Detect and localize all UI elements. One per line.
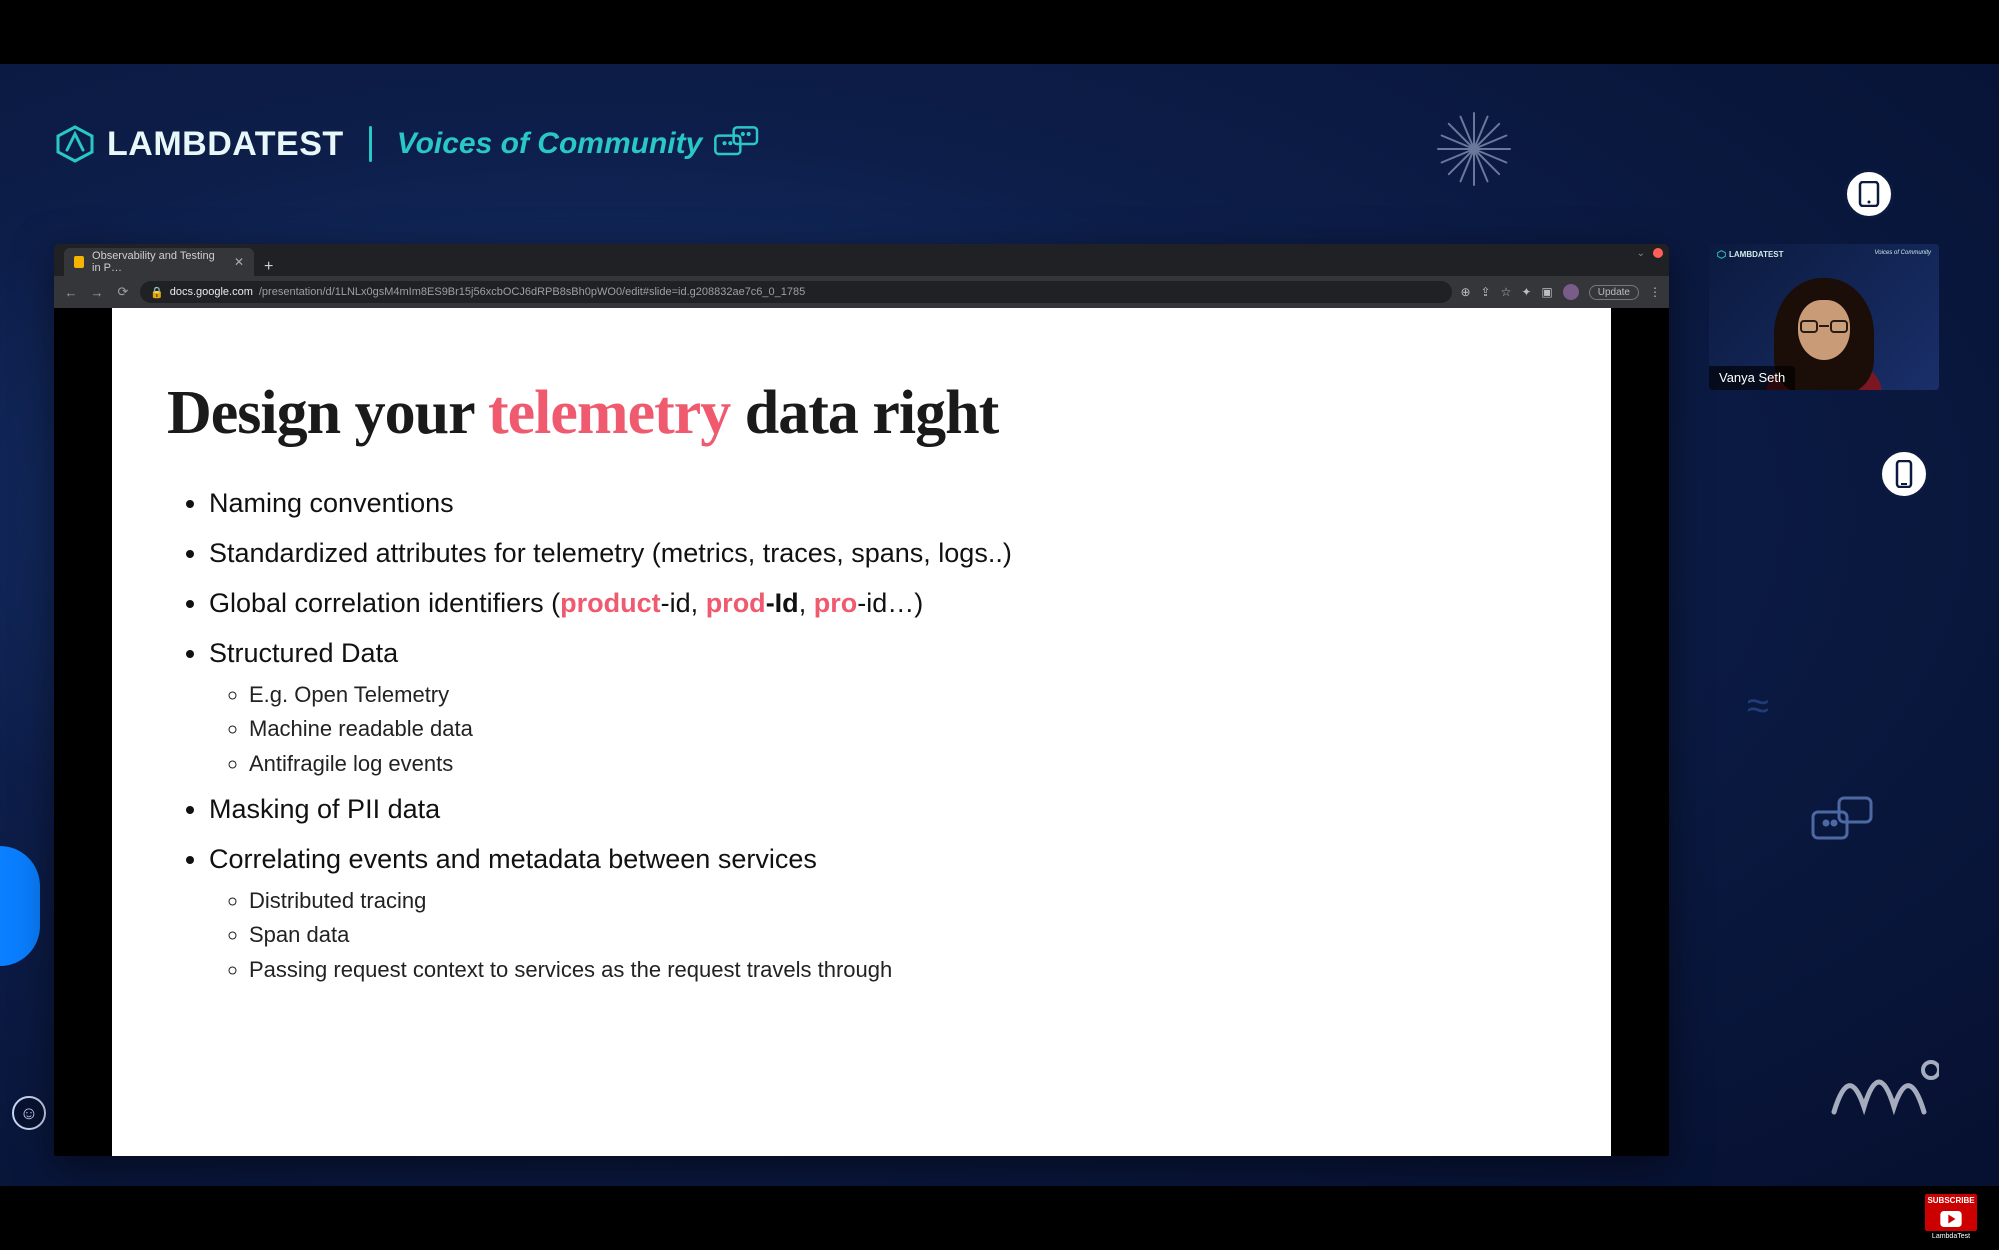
title-accent: telemetry xyxy=(488,379,730,447)
slide-content: Design your telemetry data right Naming … xyxy=(112,308,1611,1156)
browser-toolbar: ← → ⟳ 🔒 docs.google.com/presentation/d/1… xyxy=(54,276,1669,308)
tab-title: Observability and Testing in P… xyxy=(92,250,222,274)
chat-bubbles-icon xyxy=(712,124,762,164)
back-button[interactable]: ← xyxy=(62,285,80,300)
browser-window: Observability and Testing in P… ✕ + ⌄ ← … xyxy=(54,244,1669,1156)
series-title-text: Voices of Community xyxy=(397,127,703,161)
brand-name: LAMBDATEST xyxy=(107,125,344,164)
lock-icon: 🔒 xyxy=(150,286,164,299)
address-bar[interactable]: 🔒 docs.google.com/presentation/d/1LNLx0g… xyxy=(140,281,1452,303)
bullet-text: , xyxy=(799,588,814,618)
sub-bullet-list: Distributed tracing Span data Passing re… xyxy=(209,884,1556,986)
chat-doodle xyxy=(1809,794,1879,854)
bullet-text: Correlating events and metadata between … xyxy=(209,844,817,874)
sub-bullet-item: Passing request context to services as t… xyxy=(249,953,1556,987)
tab-close-icon[interactable]: ✕ xyxy=(234,255,244,269)
slides-viewport: Design your telemetry data right Naming … xyxy=(54,308,1669,1156)
reload-button[interactable]: ⟳ xyxy=(114,284,132,300)
zoom-icon[interactable]: ⊕ xyxy=(1460,285,1470,299)
webcam-brand-text: LAMBDATEST xyxy=(1729,250,1784,259)
bullet-item: Standardized attributes for telemetry (m… xyxy=(209,533,1556,575)
title-post: data right xyxy=(730,379,998,447)
url-path: /presentation/d/1LNLx0gsM4mIm8ES9Br15j56… xyxy=(259,286,805,298)
brand-separator xyxy=(369,126,372,162)
bullet-list: Naming conventions Standardized attribut… xyxy=(167,483,1556,987)
sub-bullet-list: E.g. Open Telemetry Machine readable dat… xyxy=(209,678,1556,780)
profile-avatar[interactable] xyxy=(1563,284,1579,300)
bullet-item: Correlating events and metadata between … xyxy=(209,839,1556,987)
video-frame: LAMBDATEST Voices of Community xyxy=(0,0,1999,1250)
brand-logo: LAMBDATEST xyxy=(55,124,344,164)
letterbox-top xyxy=(0,0,1999,64)
bullet-text: Structured Data xyxy=(209,638,398,668)
phone-icon-bubble xyxy=(1879,449,1929,499)
smiley-icon: ☺ xyxy=(12,1096,46,1130)
kebab-menu-icon[interactable]: ⋮ xyxy=(1649,285,1661,299)
bullet-text: -Id xyxy=(766,588,799,618)
title-pre: Design your xyxy=(167,379,488,447)
sub-bullet-item: Antifragile log events xyxy=(249,747,1556,781)
subscribe-badge[interactable]: SUBSCRIBE LambdaTest xyxy=(1925,1194,1977,1240)
highlight: prod xyxy=(706,588,766,618)
window-close-icon[interactable] xyxy=(1653,248,1663,258)
speaker-webcam: LAMBDATEST Voices of Community Vanya Set… xyxy=(1709,244,1939,390)
bullet-text: -id, xyxy=(661,588,706,618)
bullet-item: Structured Data E.g. Open Telemetry Mach… xyxy=(209,633,1556,781)
forward-button[interactable]: → xyxy=(88,285,106,300)
bullet-item: Naming conventions xyxy=(209,483,1556,525)
lambdatest-logo-icon xyxy=(55,124,95,164)
subscribe-channel: LambdaTest xyxy=(1925,1233,1977,1240)
series-title: Voices of Community xyxy=(397,124,763,164)
scribble-doodle xyxy=(1829,1052,1939,1146)
sub-bullet-item: E.g. Open Telemetry xyxy=(249,678,1556,712)
tabs-caret-icon[interactable]: ⌄ xyxy=(1637,248,1651,259)
decorative-flag xyxy=(0,846,40,966)
sub-bullet-item: Distributed tracing xyxy=(249,884,1556,918)
speaker-name-tag: Vanya Seth xyxy=(1709,366,1795,390)
url-host: docs.google.com xyxy=(170,286,253,298)
browser-tab[interactable]: Observability and Testing in P… ✕ xyxy=(64,248,254,276)
tab-strip: Observability and Testing in P… ✕ + ⌄ xyxy=(54,244,1669,276)
tablet-icon-bubble xyxy=(1844,169,1894,219)
bullet-text: -id…) xyxy=(857,588,923,618)
brand-bar: LAMBDATEST Voices of Community xyxy=(55,124,762,164)
sub-bullet-item: Span data xyxy=(249,918,1556,952)
youtube-icon xyxy=(1925,1207,1977,1231)
letterbox-bottom xyxy=(0,1186,1999,1250)
bullet-item: Global correlation identifiers (product-… xyxy=(209,583,1556,625)
bullet-text: Global correlation identifiers ( xyxy=(209,588,560,618)
subscribe-label: SUBSCRIBE xyxy=(1925,1194,1977,1207)
share-icon[interactable]: ⇪ xyxy=(1481,285,1491,299)
squiggle-doodle: ≈ xyxy=(1747,684,1769,729)
new-tab-button[interactable]: + xyxy=(254,258,283,276)
firework-doodle xyxy=(1429,104,1519,194)
slides-favicon-icon xyxy=(74,256,84,268)
webcam-brand: LAMBDATEST xyxy=(1717,250,1784,259)
bookmark-icon[interactable]: ☆ xyxy=(1501,285,1512,299)
sub-bullet-item: Machine readable data xyxy=(249,712,1556,746)
window-controls: ⌄ xyxy=(1637,248,1663,259)
extension-box-icon[interactable]: ▣ xyxy=(1541,285,1552,299)
highlight: product xyxy=(560,588,661,618)
bullet-item: Masking of PII data xyxy=(209,789,1556,831)
slide-title: Design your telemetry data right xyxy=(167,378,1556,449)
extensions-icon[interactable]: ✦ xyxy=(1521,285,1531,299)
update-button[interactable]: Update xyxy=(1589,285,1639,300)
highlight: pro xyxy=(814,588,858,618)
toolbar-icons: ⊕ ⇪ ☆ ✦ ▣ Update ⋮ xyxy=(1460,284,1661,300)
presentation-background: LAMBDATEST Voices of Community xyxy=(0,64,1999,1186)
webcam-series: Voices of Community xyxy=(1875,250,1931,256)
